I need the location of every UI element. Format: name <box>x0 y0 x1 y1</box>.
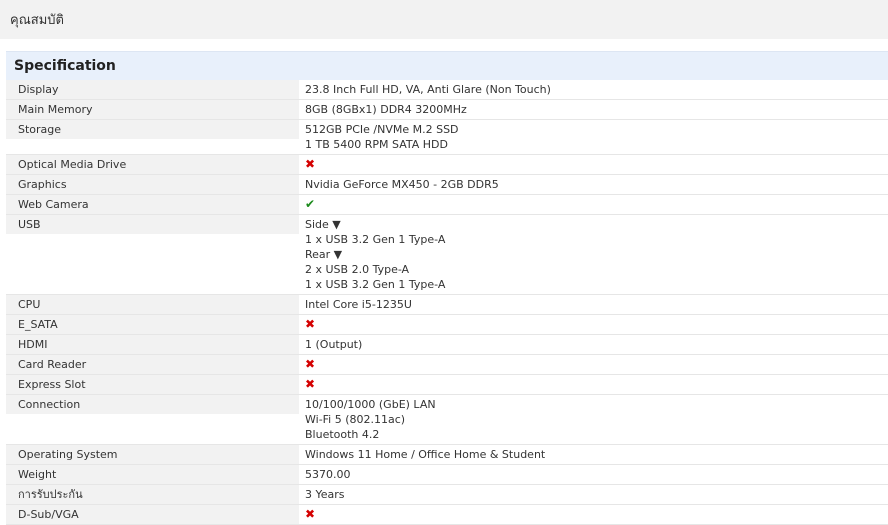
spec-row: CPU Intel Core i5-1235U <box>6 295 888 315</box>
spec-row: Display 23.8 Inch Full HD, VA, Anti Glare… <box>6 80 888 100</box>
spec-value: 512GB PCIe /NVMe M.2 SSD 1 TB 5400 RPM SA… <box>305 120 888 154</box>
spec-table: Display 23.8 Inch Full HD, VA, Anti Glare… <box>6 80 888 525</box>
spec-row: Main Memory 8GB (8GBx1) DDR4 3200MHz <box>6 100 888 120</box>
spec-label: Optical Media Drive <box>6 155 299 174</box>
spec-value-line: 512GB PCIe /NVMe M.2 SSD <box>305 123 459 136</box>
cross-icon: ✖ <box>305 317 316 331</box>
check-icon: ✔ <box>305 197 316 211</box>
spec-value-line: 10/100/1000 (GbE) LAN <box>305 398 436 411</box>
spec-value: 23.8 Inch Full HD, VA, Anti Glare (Non T… <box>305 80 888 99</box>
spec-row: การรับประกัน 3 Years <box>6 485 888 505</box>
spec-value-line: Wi-Fi 5 (802.11ac) <box>305 413 406 426</box>
spec-value: 1 (Output) <box>305 335 888 354</box>
spec-value: Intel Core i5-1235U <box>305 295 888 314</box>
spec-value: 10/100/1000 (GbE) LAN Wi-Fi 5 (802.11ac) B… <box>305 395 888 444</box>
spec-label: Weight <box>6 465 299 484</box>
spec-label: USB <box>6 215 299 234</box>
spec-value-line: Intel Core i5-1235U <box>305 298 412 311</box>
spec-label: Connection <box>6 395 299 414</box>
spec-row: Operating System Windows 11 Home / Office… <box>6 445 888 465</box>
spec-value: 3 Years <box>305 485 888 504</box>
spec-label: การรับประกัน <box>6 485 299 504</box>
spec-label: Card Reader <box>6 355 299 374</box>
spec-value-line: 23.8 Inch Full HD, VA, Anti Glare (Non T… <box>305 83 551 96</box>
page-title: คุณสมบัติ <box>10 13 64 28</box>
spec-label: E_SATA <box>6 315 299 334</box>
spec-label: D-Sub/VGA <box>6 505 299 524</box>
spec-value-line: 1 (Output) <box>305 338 363 351</box>
cross-icon: ✖ <box>305 157 316 171</box>
spec-value-line: 1 x USB 3.2 Gen 1 Type-A <box>305 278 446 291</box>
spec-label: Graphics <box>6 175 299 194</box>
section-header: Specification <box>6 51 888 80</box>
spec-label: Storage <box>6 120 299 139</box>
spec-value-line: Side ▼ <box>305 218 341 231</box>
spec-row: Connection 10/100/1000 (GbE) LAN Wi-Fi 5 (… <box>6 395 888 445</box>
spec-row: D-Sub/VGA ✖ <box>6 505 888 525</box>
spec-value-line: Rear ▼ <box>305 248 343 261</box>
spec-row: Storage 512GB PCIe /NVMe M.2 SSD 1 TB 5400… <box>6 120 888 155</box>
spec-value-line: Nvidia GeForce MX450 - 2GB DDR5 <box>305 178 499 191</box>
spec-label: CPU <box>6 295 299 314</box>
spec-value-line: 5370.00 <box>305 468 351 481</box>
cross-icon: ✖ <box>305 507 316 521</box>
page-header: คุณสมบัติ <box>0 0 888 39</box>
spec-row: Weight 5370.00 <box>6 465 888 485</box>
spec-row: E_SATA ✖ <box>6 315 888 335</box>
spec-row: USB Side ▼ 1 x USB 3.2 Gen 1 Type-A Rear ▼ 2… <box>6 215 888 295</box>
spec-value: ✖ <box>305 355 888 374</box>
spec-value-line: 8GB (8GBx1) DDR4 3200MHz <box>305 103 467 116</box>
spec-value-line: 3 Years <box>305 488 345 501</box>
spec-value: ✖ <box>305 155 888 174</box>
section-title: Specification <box>14 58 116 74</box>
spec-value: ✔ <box>305 195 888 214</box>
spec-value: ✖ <box>305 505 888 524</box>
spec-value-line: 1 x USB 3.2 Gen 1 Type-A <box>305 233 446 246</box>
spec-value-line: 2 x USB 2.0 Type-A <box>305 263 410 276</box>
spec-row: Web Camera ✔ <box>6 195 888 215</box>
cross-icon: ✖ <box>305 377 316 391</box>
spec-label: HDMI <box>6 335 299 354</box>
spec-row: Express Slot ✖ <box>6 375 888 395</box>
spec-label: Express Slot <box>6 375 299 394</box>
spec-value: 8GB (8GBx1) DDR4 3200MHz <box>305 100 888 119</box>
spec-row: Graphics Nvidia GeForce MX450 - 2GB DDR5 <box>6 175 888 195</box>
spec-row: Optical Media Drive ✖ <box>6 155 888 175</box>
spec-value: 5370.00 <box>305 465 888 484</box>
spec-label: Display <box>6 80 299 99</box>
spec-value: ✖ <box>305 375 888 394</box>
spec-label: Operating System <box>6 445 299 464</box>
spec-label: Main Memory <box>6 100 299 119</box>
spec-label: Web Camera <box>6 195 299 214</box>
spec-value-line: 1 TB 5400 RPM SATA HDD <box>305 138 448 151</box>
spec-value-line: Bluetooth 4.2 <box>305 428 380 441</box>
cross-icon: ✖ <box>305 357 316 371</box>
spec-value: Side ▼ 1 x USB 3.2 Gen 1 Type-A Rear ▼ 2 x … <box>305 215 888 294</box>
spec-value: Nvidia GeForce MX450 - 2GB DDR5 <box>305 175 888 194</box>
spec-value: Windows 11 Home / Office Home & Student <box>305 445 888 464</box>
spec-row: Card Reader ✖ <box>6 355 888 375</box>
spec-row: HDMI 1 (Output) <box>6 335 888 355</box>
spec-value-line: Windows 11 Home / Office Home & Student <box>305 448 546 461</box>
spec-value: ✖ <box>305 315 888 334</box>
